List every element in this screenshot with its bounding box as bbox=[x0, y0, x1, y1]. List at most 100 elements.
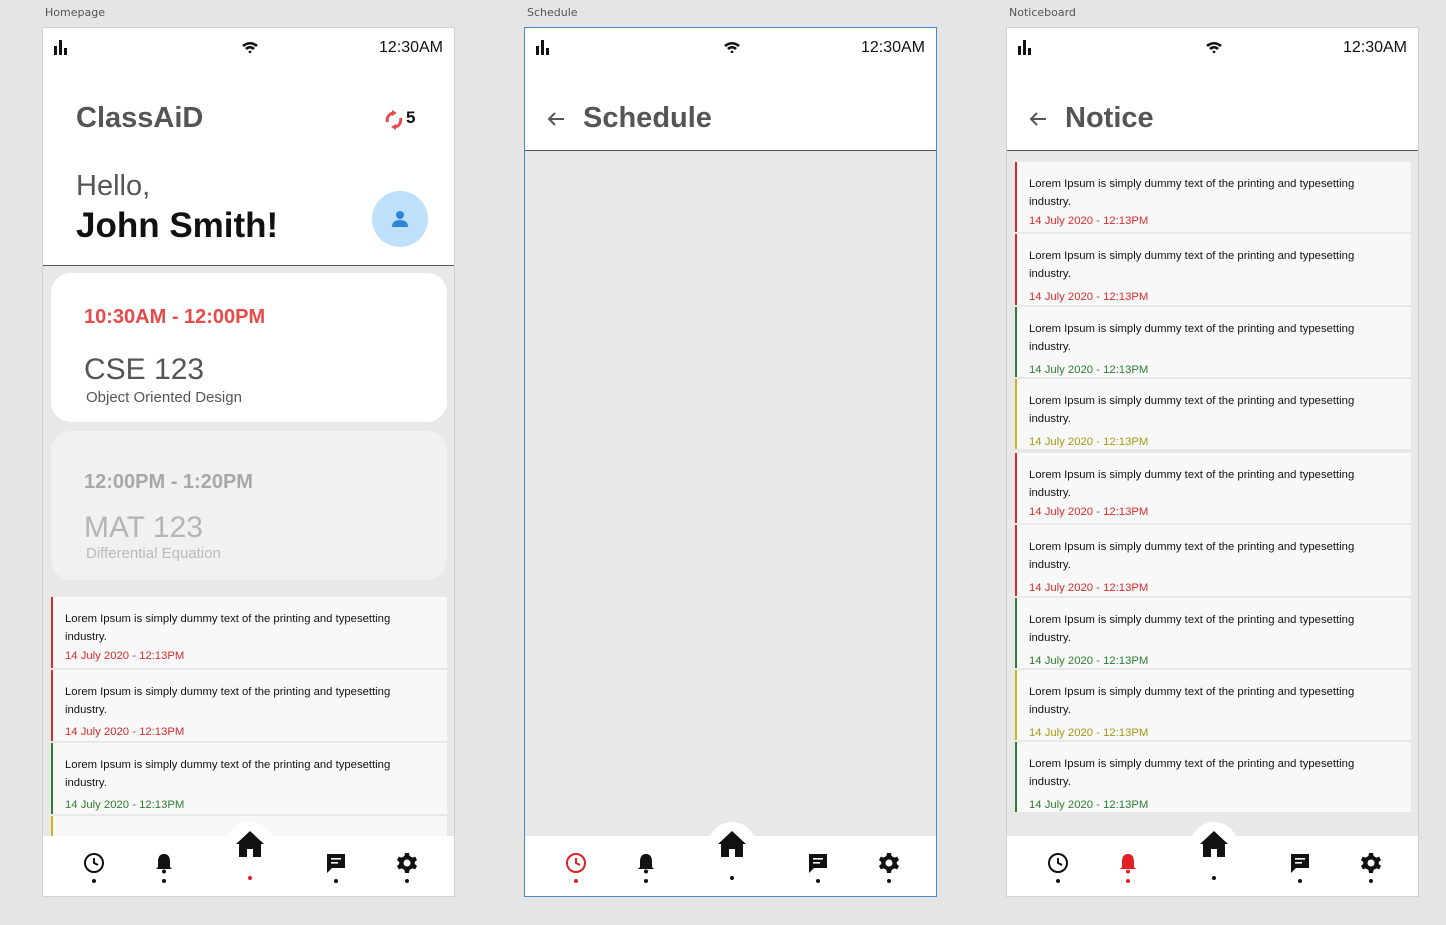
chat-icon bbox=[1291, 854, 1309, 873]
artboard-label-schedule: Schedule bbox=[527, 6, 578, 19]
clock-icon bbox=[566, 853, 586, 873]
notice-item[interactable]: Lorem Ipsum is simply dummy text of the … bbox=[1015, 598, 1411, 668]
notice-item[interactable]: Lorem Ipsum is simply dummy text of the … bbox=[51, 597, 447, 668]
notice-item[interactable]: Lorem Ipsum is simply dummy text of the … bbox=[1015, 379, 1411, 449]
notice-date: 14 July 2020 - 12:13PM bbox=[1029, 215, 1149, 227]
nav-settings[interactable] bbox=[396, 852, 418, 883]
homepage-screen: 12:30AM ClassAiD 5 Hello, John Smith! 10… bbox=[42, 27, 455, 897]
notice-date: 14 July 2020 - 12:13PM bbox=[65, 726, 185, 738]
nav-indicator bbox=[1298, 879, 1302, 883]
gear-icon bbox=[397, 853, 417, 873]
refresh-icon[interactable] bbox=[383, 110, 405, 130]
bottom-nav bbox=[1007, 822, 1418, 896]
schedule-screen: 12:30AM Schedule bbox=[524, 27, 937, 897]
home-icon bbox=[1200, 831, 1228, 857]
status-bar: 12:30AM bbox=[525, 28, 936, 68]
nav-indicator bbox=[730, 876, 734, 880]
bottom-nav bbox=[43, 822, 454, 896]
nav-chat[interactable] bbox=[807, 852, 829, 883]
nav-indicator bbox=[1212, 876, 1216, 880]
gear-icon bbox=[879, 853, 899, 873]
artboard-label-noticeboard: Noticeboard bbox=[1009, 6, 1076, 19]
back-arrow-icon[interactable] bbox=[547, 111, 565, 127]
nav-settings[interactable] bbox=[878, 852, 900, 883]
nav-indicator bbox=[162, 879, 166, 883]
user-name: John Smith! bbox=[76, 206, 279, 245]
class-card-next[interactable]: 12:00PM - 1:20PM MAT 123 Differential Eq… bbox=[51, 431, 447, 580]
bottom-nav bbox=[525, 822, 936, 896]
page-header: Schedule bbox=[525, 68, 936, 151]
gear-icon bbox=[1361, 853, 1381, 873]
nav-home[interactable] bbox=[1190, 822, 1238, 880]
person-icon bbox=[392, 211, 408, 227]
status-time: 12:30AM bbox=[378, 39, 443, 56]
nav-indicator-active bbox=[248, 876, 252, 880]
notice-text: Lorem Ipsum is simply dummy text of the … bbox=[65, 759, 391, 789]
chat-icon bbox=[809, 854, 827, 873]
home-icon bbox=[236, 831, 264, 857]
notice-item[interactable]: Lorem Ipsum is simply dummy text of the … bbox=[1015, 742, 1411, 812]
status-bar: 12:30AM bbox=[43, 28, 454, 68]
class-card-current[interactable]: 10:30AM - 12:00PM CSE 123 Object Oriente… bbox=[51, 273, 447, 422]
nav-schedule[interactable] bbox=[1047, 852, 1069, 883]
nav-schedule[interactable] bbox=[565, 852, 587, 883]
notice-item[interactable]: Lorem Ipsum is simply dummy text of the … bbox=[1015, 670, 1411, 740]
refresh-count: 5 bbox=[406, 108, 416, 127]
avatar[interactable] bbox=[372, 191, 428, 247]
nav-home[interactable] bbox=[226, 822, 274, 880]
nav-settings[interactable] bbox=[1360, 852, 1382, 883]
notice-item[interactable]: Lorem Ipsum is simply dummy text of the … bbox=[1015, 162, 1411, 232]
notice-item[interactable]: Lorem Ipsum is simply dummy text of the … bbox=[1015, 525, 1411, 596]
nav-notice[interactable] bbox=[635, 852, 657, 883]
notice-text: Lorem Ipsum is simply dummy text of the … bbox=[65, 613, 391, 643]
nav-indicator-active bbox=[1126, 879, 1130, 883]
class-time: 12:00PM - 1:20PM bbox=[84, 471, 253, 493]
chat-icon bbox=[327, 854, 345, 873]
nav-indicator bbox=[92, 879, 96, 883]
nav-chat[interactable] bbox=[1289, 852, 1311, 883]
status-bar: 12:30AM bbox=[1007, 28, 1418, 68]
nav-schedule[interactable] bbox=[83, 852, 105, 883]
nav-notice[interactable] bbox=[1117, 852, 1139, 883]
notice-date: 14 July 2020 - 12:13PM bbox=[1029, 582, 1149, 594]
notice-text: Lorem Ipsum is simply dummy text of the … bbox=[1029, 614, 1355, 644]
class-name: Object Oriented Design bbox=[86, 389, 242, 406]
nav-indicator bbox=[816, 879, 820, 883]
notice-date: 14 July 2020 - 12:13PM bbox=[1029, 799, 1149, 811]
bell-icon bbox=[638, 854, 654, 874]
notice-item[interactable]: Lorem Ipsum is simply dummy text of the … bbox=[51, 670, 447, 741]
notice-text: Lorem Ipsum is simply dummy text of the … bbox=[1029, 250, 1355, 280]
notice-text: Lorem Ipsum is simply dummy text of the … bbox=[1029, 395, 1355, 425]
nav-indicator bbox=[1369, 879, 1373, 883]
notice-item[interactable]: Lorem Ipsum is simply dummy text of the … bbox=[1015, 234, 1411, 305]
nav-notice[interactable] bbox=[153, 852, 175, 883]
back-arrow-icon[interactable] bbox=[1029, 111, 1047, 127]
notice-text: Lorem Ipsum is simply dummy text of the … bbox=[1029, 541, 1355, 571]
notice-text: Lorem Ipsum is simply dummy text of the … bbox=[1029, 758, 1355, 788]
notice-item[interactable]: Lorem Ipsum is simply dummy text of the … bbox=[1015, 453, 1411, 523]
notice-date: 14 July 2020 - 12:13PM bbox=[1029, 655, 1149, 667]
artboard-label-homepage: Homepage bbox=[45, 6, 105, 19]
class-name: Differential Equation bbox=[86, 545, 221, 562]
clock-icon bbox=[84, 853, 104, 873]
wifi-icon bbox=[242, 42, 258, 53]
home-header: ClassAiD 5 Hello, John Smith! bbox=[43, 68, 454, 266]
notice-text: Lorem Ipsum is simply dummy text of the … bbox=[1029, 178, 1355, 208]
app-brand: ClassAiD bbox=[76, 102, 204, 134]
status-time: 12:30AM bbox=[1342, 39, 1407, 56]
nav-home[interactable] bbox=[708, 822, 756, 880]
notice-date: 14 July 2020 - 12:13PM bbox=[1029, 727, 1149, 739]
notice-text: Lorem Ipsum is simply dummy text of the … bbox=[1029, 686, 1355, 716]
page-header: Notice bbox=[1007, 68, 1418, 151]
bell-icon bbox=[1120, 854, 1136, 874]
notice-item[interactable]: Lorem Ipsum is simply dummy text of the … bbox=[1015, 307, 1411, 377]
page-title: Schedule bbox=[583, 102, 712, 134]
notice-date: 14 July 2020 - 12:13PM bbox=[1029, 436, 1149, 448]
nav-chat[interactable] bbox=[325, 852, 347, 883]
status-time: 12:30AM bbox=[860, 39, 925, 56]
class-time: 10:30AM - 12:00PM bbox=[84, 306, 266, 328]
noticeboard-screen: 12:30AM Notice Lorem Ipsum is simply dum… bbox=[1006, 27, 1419, 897]
notice-item[interactable]: Lorem Ipsum is simply dummy text of the … bbox=[51, 743, 447, 814]
wifi-icon bbox=[1206, 42, 1222, 53]
home-notice-list: Lorem Ipsum is simply dummy text of the … bbox=[51, 597, 447, 837]
